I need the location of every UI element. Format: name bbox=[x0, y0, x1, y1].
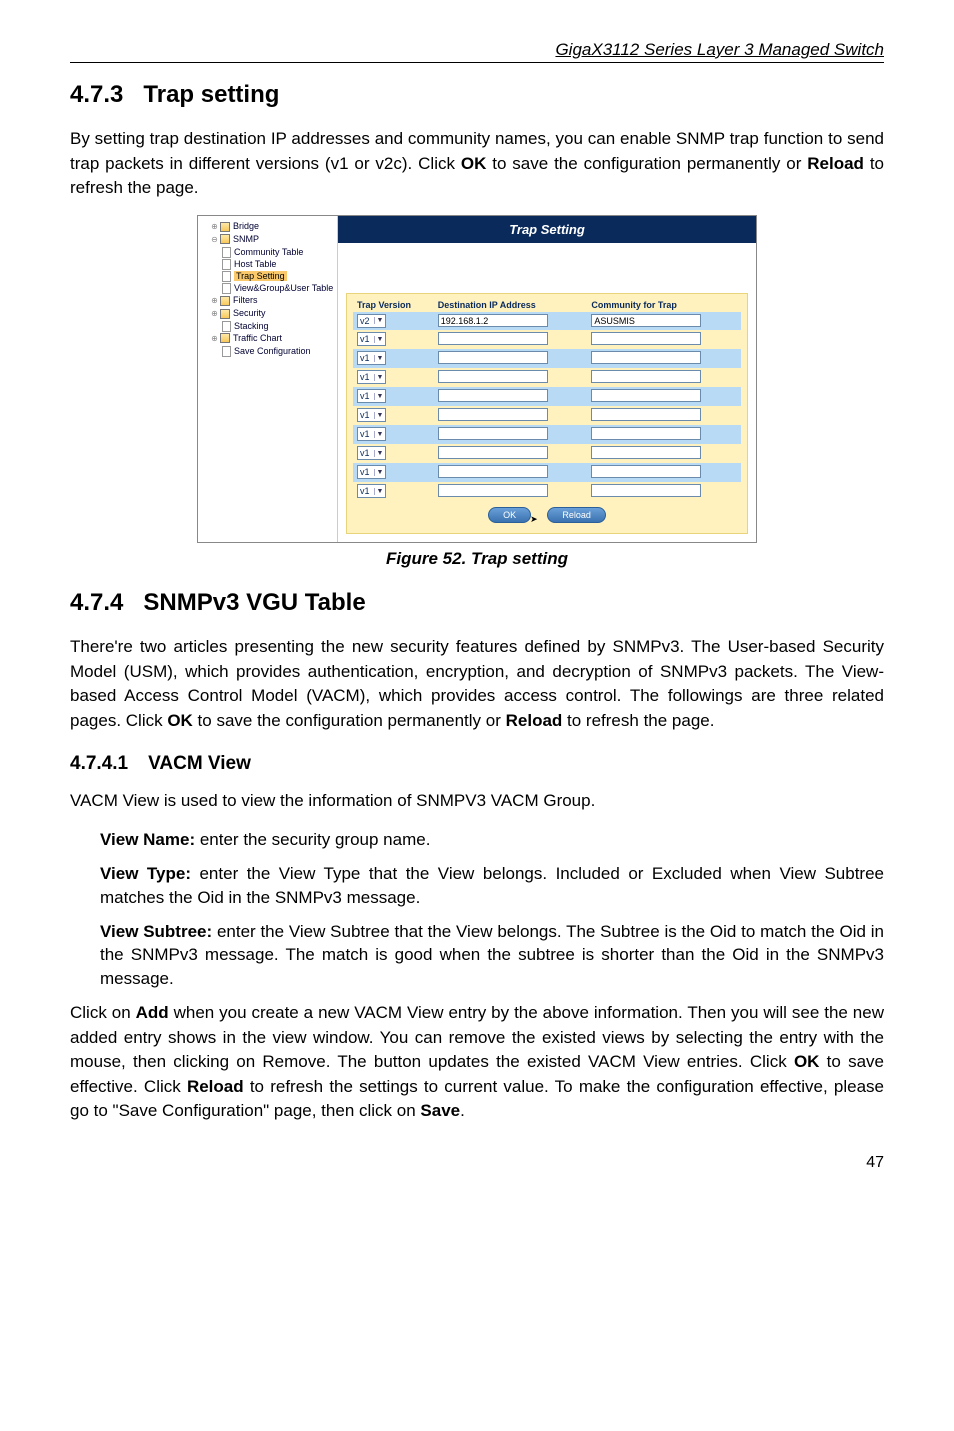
ip-input[interactable] bbox=[438, 370, 548, 383]
section-title: SNMPv3 VGU Table bbox=[143, 589, 365, 616]
community-input[interactable] bbox=[591, 408, 701, 421]
tree-community[interactable]: Community Table bbox=[200, 246, 335, 258]
tree-bridge[interactable]: ⊕Bridge bbox=[200, 220, 335, 233]
vacm-closing: Click on Add when you create a new VACM … bbox=[70, 1001, 884, 1124]
table-row: v1▼ bbox=[353, 349, 741, 368]
version-select[interactable]: v1▼ bbox=[357, 446, 386, 460]
reload-button[interactable]: Reload bbox=[547, 507, 606, 523]
ip-input[interactable] bbox=[438, 484, 548, 497]
section-4-7-4-body: There're two articles presenting the new… bbox=[70, 635, 884, 734]
screenshot-main: Trap Setting Trap Version Destination IP… bbox=[338, 216, 756, 542]
table-row: v1▼ bbox=[353, 330, 741, 349]
ip-input[interactable] bbox=[438, 332, 548, 345]
col-trap-version: Trap Version bbox=[353, 298, 434, 312]
table-row: v1▼ bbox=[353, 387, 741, 406]
ip-input[interactable] bbox=[438, 351, 548, 364]
tree-trap[interactable]: Trap Setting bbox=[200, 270, 335, 282]
tree-stacking[interactable]: Stacking bbox=[200, 320, 335, 332]
version-select[interactable]: v1▼ bbox=[357, 332, 386, 346]
table-row: v1▼ bbox=[353, 482, 741, 501]
ip-input[interactable] bbox=[438, 408, 548, 421]
version-select[interactable]: v1▼ bbox=[357, 389, 386, 403]
version-select[interactable]: v1▼ bbox=[357, 408, 386, 422]
community-input[interactable]: ASUSMIS bbox=[591, 314, 701, 327]
figure-caption: Figure 52. Trap setting bbox=[70, 549, 884, 569]
button-row: OK➤ Reload bbox=[353, 507, 741, 523]
version-select[interactable]: v1▼ bbox=[357, 484, 386, 498]
section-4-7-4-1-heading: 4.7.4.1 VACM View bbox=[70, 753, 884, 775]
col-community: Community for Trap bbox=[587, 298, 741, 312]
table-row: v1▼ bbox=[353, 444, 741, 463]
version-select[interactable]: v2▼ bbox=[357, 314, 386, 328]
tree-vgu[interactable]: View&Group&User Table bbox=[200, 282, 335, 294]
table-row: v1▼ bbox=[353, 463, 741, 482]
community-input[interactable] bbox=[591, 370, 701, 383]
tree-host[interactable]: Host Table bbox=[200, 258, 335, 270]
tree-traffic[interactable]: ⊕Traffic Chart bbox=[200, 332, 335, 345]
version-select[interactable]: v1▼ bbox=[357, 427, 386, 441]
page-header: GigaX3112 Series Layer 3 Managed Switch bbox=[70, 40, 884, 63]
section-4-7-3-heading: 4.7.3 Trap setting bbox=[70, 81, 884, 109]
cursor-icon: ➤ bbox=[530, 514, 538, 524]
community-input[interactable] bbox=[591, 389, 701, 402]
community-input[interactable] bbox=[591, 427, 701, 440]
table-row: v2▼ 192.168.1.2 ASUSMIS bbox=[353, 312, 741, 330]
nav-tree: ⊕Bridge ⊖SNMP Community Table Host Table… bbox=[198, 216, 338, 542]
col-dest-ip: Destination IP Address bbox=[434, 298, 588, 312]
tree-save[interactable]: Save Configuration bbox=[200, 345, 335, 357]
trap-panel: Trap Version Destination IP Address Comm… bbox=[346, 293, 748, 534]
table-row: v1▼ bbox=[353, 406, 741, 425]
tree-snmp[interactable]: ⊖SNMP bbox=[200, 233, 335, 246]
section-number: 4.7.4 bbox=[70, 589, 123, 617]
view-type-item: View Type: enter the View Type that the … bbox=[100, 862, 884, 910]
section-number: 4.7.3 bbox=[70, 81, 123, 109]
ip-input[interactable] bbox=[438, 389, 548, 402]
view-subtree-item: View Subtree: enter the View Subtree tha… bbox=[100, 920, 884, 991]
version-select[interactable]: v1▼ bbox=[357, 370, 386, 384]
version-select[interactable]: v1▼ bbox=[357, 351, 386, 365]
community-input[interactable] bbox=[591, 446, 701, 459]
community-input[interactable] bbox=[591, 465, 701, 478]
community-input[interactable] bbox=[591, 332, 701, 345]
trap-setting-screenshot: ⊕Bridge ⊖SNMP Community Table Host Table… bbox=[197, 215, 757, 543]
community-input[interactable] bbox=[591, 484, 701, 497]
subsection-title: VACM View bbox=[148, 753, 251, 774]
version-select[interactable]: v1▼ bbox=[357, 465, 386, 479]
ip-input[interactable]: 192.168.1.2 bbox=[438, 314, 548, 327]
section-4-7-3-body: By setting trap destination IP addresses… bbox=[70, 127, 884, 201]
community-input[interactable] bbox=[591, 351, 701, 364]
ok-button[interactable]: OK bbox=[488, 507, 531, 523]
ip-input[interactable] bbox=[438, 446, 548, 459]
vacm-intro: VACM View is used to view the informatio… bbox=[70, 789, 884, 814]
ip-input[interactable] bbox=[438, 427, 548, 440]
page-number: 47 bbox=[70, 1154, 884, 1172]
view-name-item: View Name: enter the security group name… bbox=[100, 828, 884, 852]
table-row: v1▼ bbox=[353, 425, 741, 444]
subsection-number: 4.7.4.1 bbox=[70, 753, 128, 775]
tree-security[interactable]: ⊕Security bbox=[200, 307, 335, 320]
tree-filters[interactable]: ⊕Filters bbox=[200, 294, 335, 307]
ip-input[interactable] bbox=[438, 465, 548, 478]
table-row: v1▼ bbox=[353, 368, 741, 387]
trap-table: Trap Version Destination IP Address Comm… bbox=[353, 298, 741, 501]
screenshot-titlebar: Trap Setting bbox=[338, 216, 756, 243]
section-title: Trap setting bbox=[143, 81, 279, 108]
section-4-7-4-heading: 4.7.4 SNMPv3 VGU Table bbox=[70, 589, 884, 617]
